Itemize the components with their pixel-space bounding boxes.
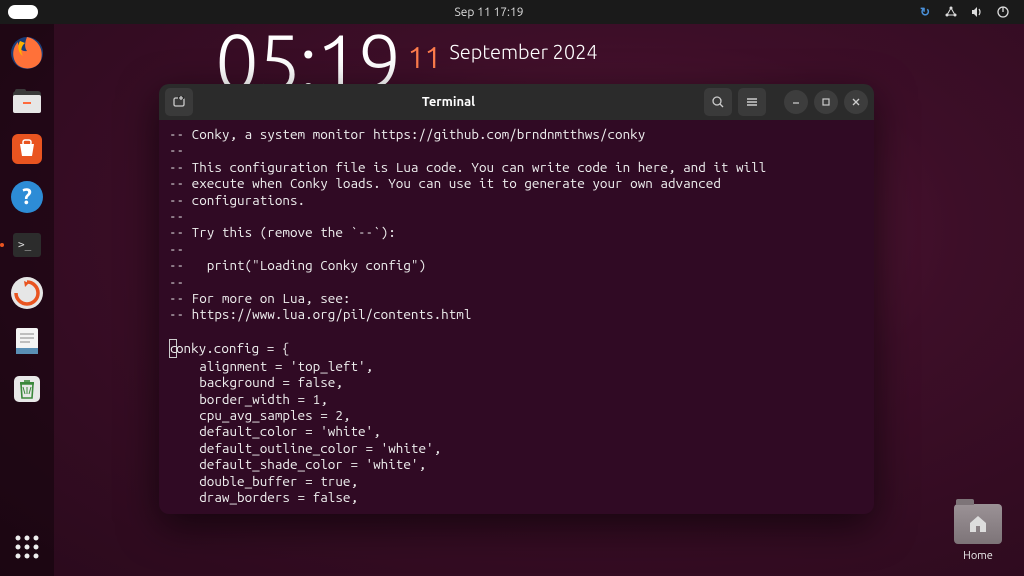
- top-bar: Sep 11 17:19 ↻: [0, 0, 1024, 24]
- dock-software-updater[interactable]: [6, 272, 48, 314]
- power-icon[interactable]: [996, 5, 1010, 19]
- network-icon[interactable]: [944, 5, 958, 19]
- dock-files[interactable]: [6, 80, 48, 122]
- svg-text:>_: >_: [18, 238, 32, 251]
- maximize-button[interactable]: [814, 90, 838, 114]
- activities-pill[interactable]: [8, 5, 38, 19]
- home-folder-icon: [954, 504, 1002, 544]
- volume-icon[interactable]: [970, 5, 984, 19]
- desktop-home-label: Home: [954, 550, 1002, 562]
- dock-software-center[interactable]: [6, 128, 48, 170]
- topbar-datetime[interactable]: Sep 11 17:19: [60, 6, 918, 19]
- refresh-icon[interactable]: ↻: [918, 5, 932, 19]
- dock-terminal[interactable]: >_: [6, 224, 48, 266]
- minimize-button[interactable]: [784, 90, 808, 114]
- dock-firefox[interactable]: [6, 32, 48, 74]
- hamburger-menu-button[interactable]: [738, 88, 766, 116]
- terminal-body[interactable]: -- Conky, a system monitor https://githu…: [159, 120, 874, 514]
- svg-text:?: ?: [22, 184, 32, 209]
- desktop-home-icon[interactable]: Home: [954, 504, 1002, 562]
- dock-help[interactable]: ?: [6, 176, 48, 218]
- dock-text-editor[interactable]: [6, 320, 48, 362]
- search-button[interactable]: [704, 88, 732, 116]
- desktop-clock-day: 11: [408, 40, 442, 74]
- terminal-titlebar[interactable]: Terminal: [159, 84, 874, 120]
- new-tab-button[interactable]: [165, 88, 193, 116]
- close-button[interactable]: [844, 90, 868, 114]
- desktop-clock-time: 05:19: [215, 42, 400, 81]
- desktop-clock-widget: 05:19 11 September 2024: [215, 42, 598, 81]
- terminal-title: Terminal: [199, 95, 698, 109]
- dock-show-apps[interactable]: [6, 526, 48, 568]
- desktop-clock-month: September 2024: [449, 40, 597, 63]
- dock-trash[interactable]: [6, 368, 48, 410]
- dock: ? >_: [0, 24, 54, 576]
- terminal-window: Terminal -- Conky, a system monitor http…: [159, 84, 874, 514]
